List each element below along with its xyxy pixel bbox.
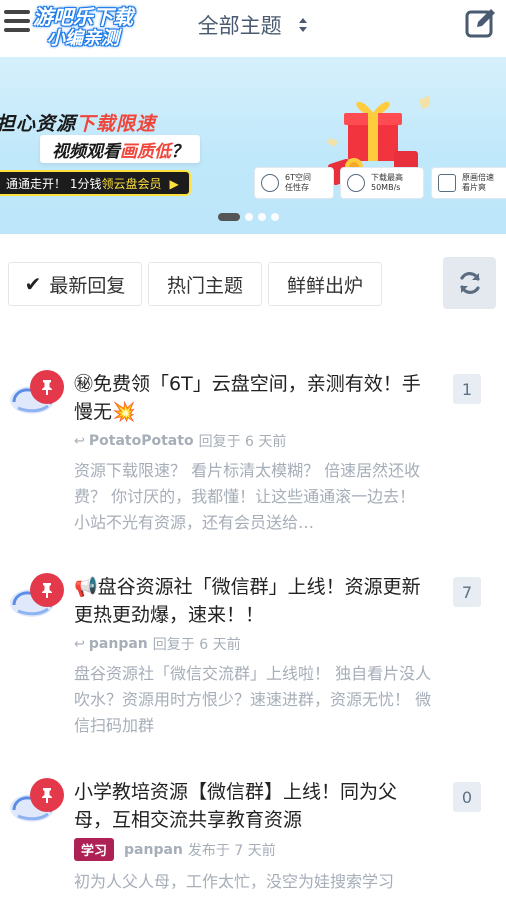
refresh-button[interactable]: [443, 257, 496, 309]
discussion-title[interactable]: 小学教培资源【微信群】上线！同为父母，互相交流共享教育资源: [74, 778, 434, 834]
reply-count-badge: 7: [453, 577, 481, 607]
reply-count-badge: 0: [453, 782, 481, 812]
discussion-excerpt: 盘谷资源社「微信交流群」上线啦！ 独自看片没人吹水？资源用时方恨少？速速进群，资…: [74, 664, 432, 735]
feature-quality-text: 原画倍速 看片爽: [462, 172, 494, 192]
discussion-title[interactable]: 📢盘谷资源社「微信群」上线！资源更新更热更劲爆，速来！！: [74, 573, 434, 629]
banner-cta-button[interactable]: 通通走开！ 1分钱领云盘会员 ▶: [0, 170, 191, 196]
topic-filter-label: 全部主题: [197, 14, 282, 38]
discussion-excerpt: 资源下载限速？ 看片标清太模糊？ 倍速居然还收费？ 你讨厌的，我都懂！让这些通通…: [74, 461, 421, 532]
feature-storage-text: 6T空间 任性存: [285, 172, 311, 192]
tab-latest-reply-label: 最新回复: [49, 274, 126, 297]
discussion-username[interactable]: PotatoPotato: [89, 433, 194, 449]
banner-line2-text: 视频观看: [52, 142, 120, 162]
feature-card-quality: 原画倍速 看片爽: [431, 167, 506, 199]
discussion-meta: ↩ PotatoPotato 回复于 6 天前: [74, 431, 286, 451]
discussion-meta: 学习 panpan 发布于 7 天前: [74, 838, 276, 861]
play-arrow-icon: ▶: [169, 177, 179, 191]
carousel-dot[interactable]: [271, 213, 279, 221]
refresh-icon: [459, 272, 480, 294]
tab-hot-topics[interactable]: 热门主题: [148, 262, 262, 306]
topic-filter-select[interactable]: 全部主题: [0, 10, 506, 40]
promo-banner[interactable]: 担心资源下载限速 视频观看画质低？ 通通走开！ 1分钱领云盘会员 ▶ 6T空间 任…: [0, 57, 506, 234]
reply-count-badge: 1: [453, 374, 481, 404]
carousel-pagination: [218, 213, 279, 221]
banner-cta-highlight: 领云盘会员: [101, 177, 162, 191]
banner-line2-highlight: 画质低: [120, 142, 171, 162]
banner-cta-text: 通通走开！ 1分钱: [6, 177, 102, 191]
pin-icon: [30, 573, 64, 607]
banner-headline-2: 视频观看画质低？: [40, 135, 200, 163]
pin-icon: [30, 370, 64, 404]
header-bar: 游吧乐下载 小编亲测 全部主题: [0, 0, 506, 56]
banner-headline-1: 担心资源下载限速: [0, 109, 156, 136]
sort-caret-icon: [299, 18, 308, 32]
tab-newest[interactable]: 鲜鲜出炉: [268, 262, 382, 306]
reply-icon: ↩: [74, 636, 85, 652]
discussion-username[interactable]: panpan: [89, 636, 148, 652]
feature-card-storage: 6T空间 任性存: [254, 167, 334, 199]
banner-line1-text: 担心资源: [0, 113, 77, 135]
cube-icon: [261, 174, 279, 192]
discussion-username[interactable]: panpan: [124, 842, 183, 858]
compose-edit-icon[interactable]: [464, 6, 498, 40]
tab-latest-reply[interactable]: ✔ 最新回复: [8, 262, 142, 306]
discussion-time: 回复于 6 天前: [152, 637, 241, 653]
discussion-title[interactable]: ㊙免费领「6T」云盘空间，亲测有效！手慢无💥: [74, 370, 434, 426]
tab-newest-label: 鲜鲜出炉: [286, 274, 363, 297]
discussion-time: 发布于 7 天前: [187, 842, 276, 859]
download-cloud-icon: [347, 174, 365, 192]
tag-badge[interactable]: 学习: [74, 838, 115, 861]
banner-line2-suffix: ？: [171, 142, 188, 162]
carousel-dot[interactable]: [258, 213, 266, 221]
checkmark-icon: ✔: [24, 272, 42, 296]
discussion-meta: ↩ panpan 回复于 6 天前: [74, 634, 241, 654]
feature-speed-text: 下载最高 50MB/s: [371, 172, 403, 192]
feature-card-speed: 下载最高 50MB/s: [340, 167, 424, 199]
play-icon: [438, 174, 456, 192]
pin-icon: [30, 778, 64, 812]
tab-hot-topics-label: 热门主题: [166, 274, 243, 297]
sort-tabs: ✔ 最新回复 热门主题 鲜鲜出炉: [8, 262, 382, 306]
carousel-dot[interactable]: [245, 213, 253, 221]
carousel-dot-active[interactable]: [218, 213, 240, 221]
discussion-time: 回复于 6 天前: [198, 434, 287, 450]
banner-line1-highlight: 下载限速: [76, 113, 157, 135]
reply-icon: ↩: [74, 433, 85, 449]
discussion-excerpt: 初为人父人母，工作太忙，没空为娃搜索学习: [74, 872, 395, 891]
